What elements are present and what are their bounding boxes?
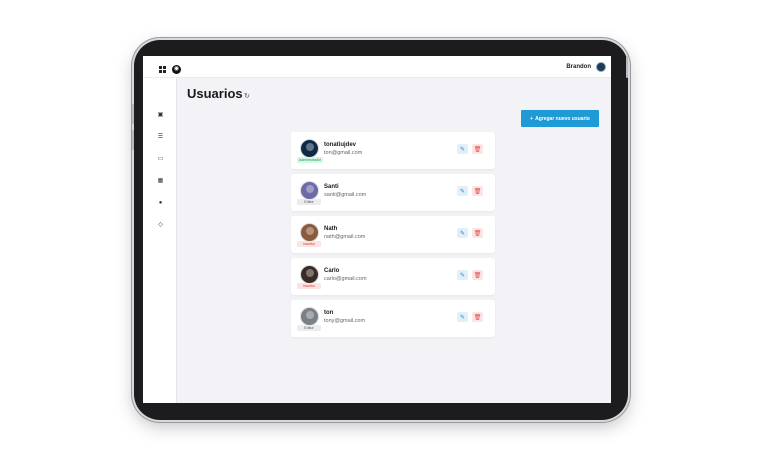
- delete-icon[interactable]: 🗑: [472, 228, 483, 238]
- user-card: Editor ton tony@gmail.com ✎ 🗑: [291, 300, 495, 337]
- role-badge: Editor: [297, 199, 321, 205]
- edit-icon[interactable]: ✎: [457, 270, 468, 280]
- user-name: Santi: [324, 184, 339, 190]
- user-email: santi@gmail.com: [324, 192, 367, 198]
- avatar: [300, 307, 319, 326]
- delete-icon[interactable]: 🗑: [472, 144, 483, 154]
- plus-icon: +: [530, 115, 534, 122]
- app-screen: ◉ Brandon ▣ ☰ ▭ ▦ ● ◇ Usuarios ↻ + Agreg…: [143, 56, 611, 403]
- apps-grid-icon[interactable]: [159, 66, 166, 73]
- avatar: [300, 139, 319, 158]
- role-badge: Inactivo: [297, 283, 321, 289]
- user-card: Administrador tonatiujdev ton@gmail.com …: [291, 132, 495, 169]
- avatar: [300, 223, 319, 242]
- edit-icon[interactable]: ✎: [457, 312, 468, 322]
- logo-icon[interactable]: ◉: [172, 65, 181, 74]
- refresh-icon[interactable]: ↻: [244, 92, 250, 100]
- add-user-button[interactable]: + Agregar nuevo usuario: [521, 110, 599, 127]
- delete-icon[interactable]: 🗑: [472, 186, 483, 196]
- user-circle-icon[interactable]: ●: [157, 199, 164, 206]
- power-button: [626, 56, 628, 78]
- page-title: Usuarios: [187, 86, 243, 101]
- add-user-button-label: Agregar nuevo usuario: [535, 115, 590, 122]
- dashboard-icon[interactable]: ▣: [157, 111, 164, 118]
- user-email: carlo@gmail.com: [324, 276, 367, 282]
- user-email: ton@gmail.com: [324, 150, 363, 156]
- tag-icon[interactable]: ◇: [157, 221, 164, 228]
- sidebar: ▣ ☰ ▭ ▦ ● ◇: [143, 78, 177, 403]
- apps-icon[interactable]: ▦: [157, 177, 164, 184]
- user-card: Editor Santi santi@gmail.com ✎ 🗑: [291, 174, 495, 211]
- edit-icon[interactable]: ✎: [457, 186, 468, 196]
- role-badge: Administrador: [297, 157, 324, 163]
- user-email: tony@gmail.com: [324, 318, 366, 324]
- avatar[interactable]: [596, 62, 606, 72]
- user-card: Inactivo Carlo carlo@gmail.com ✎ 🗑: [291, 258, 495, 295]
- user-name: tonatiujdev: [324, 142, 357, 148]
- top-bar: ◉ Brandon: [143, 56, 611, 78]
- volume-button: [132, 130, 134, 150]
- role-badge: Inactivo: [297, 241, 321, 247]
- user-name: Carlo: [324, 268, 340, 274]
- user-list: Administrador tonatiujdev ton@gmail.com …: [291, 132, 495, 342]
- user-name: ton: [324, 310, 334, 316]
- image-icon[interactable]: ▭: [157, 155, 164, 162]
- delete-icon[interactable]: 🗑: [472, 312, 483, 322]
- avatar: [300, 265, 319, 284]
- edit-icon[interactable]: ✎: [457, 228, 468, 238]
- user-name[interactable]: Brandon: [566, 64, 591, 70]
- user-email: nath@gmail.com: [324, 234, 366, 240]
- user-name: Nath: [324, 226, 338, 232]
- edit-icon[interactable]: ✎: [457, 144, 468, 154]
- volume-button: [132, 104, 134, 124]
- list-icon[interactable]: ☰: [157, 133, 164, 140]
- role-badge: Editor: [297, 325, 321, 331]
- user-card: Inactivo Nath nath@gmail.com ✎ 🗑: [291, 216, 495, 253]
- avatar: [300, 181, 319, 200]
- delete-icon[interactable]: 🗑: [472, 270, 483, 280]
